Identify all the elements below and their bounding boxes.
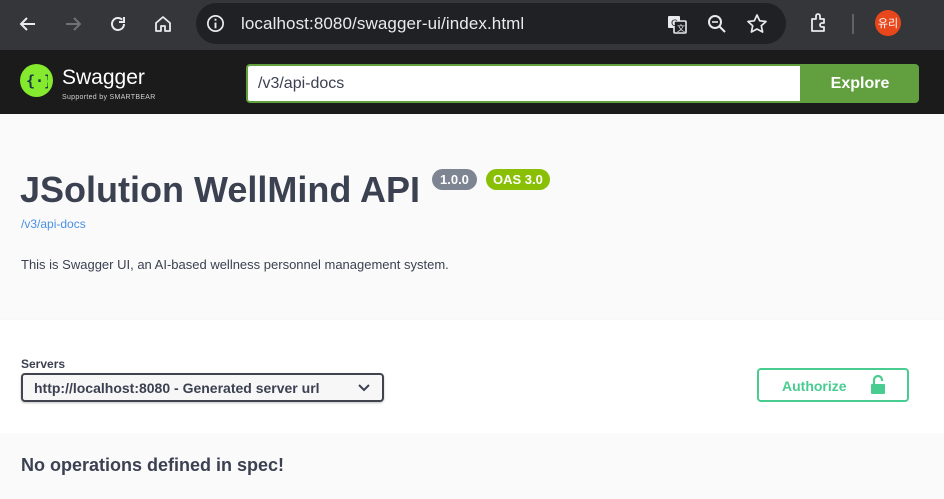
svg-text:{·}: {·} [26,72,48,90]
home-icon [155,16,171,32]
server-select-value: http://localhost:8080 - Generated server… [34,379,320,396]
translate-icon[interactable]: G文 [666,13,688,35]
zoom-icon[interactable] [706,13,728,35]
servers-label: Servers [21,357,66,371]
operations-section: No operations defined in spec! [0,433,944,499]
explore-button[interactable]: Explore [801,64,919,103]
address-bar[interactable]: localhost:8080/swagger-ui/index.html G文 [196,3,786,44]
svg-text:文: 文 [677,23,685,33]
api-info-section: JSolution WellMind API 1.0.0 OAS 3.0 /v3… [0,114,944,320]
browser-toolbar: localhost:8080/swagger-ui/index.html G文 … [0,0,944,50]
home-button[interactable] [148,9,178,39]
back-arrow-icon [19,17,35,31]
chevron-down-icon [358,384,370,392]
reload-icon [111,17,125,31]
unlocked-lock-icon [871,374,885,394]
authorize-label: Authorize [782,378,847,394]
version-badge: 1.0.0 [432,169,477,190]
swagger-topbar: {·} Swagger Supported by SMARTBEAR /v3/a… [0,50,944,114]
swagger-logo[interactable]: {·} Swagger Supported by SMARTBEAR [20,64,170,102]
swagger-brand-sub: Supported by SMARTBEAR [62,94,156,101]
reload-button[interactable] [103,9,133,39]
swagger-brand: Swagger [62,66,145,89]
oas-badge: OAS 3.0 [486,169,550,190]
site-info-icon[interactable] [205,13,226,34]
back-button[interactable] [13,9,43,39]
swagger-logo-icon: {·} [20,64,53,97]
profile-avatar[interactable]: 유리 [875,10,901,36]
toolbar-divider [852,14,854,34]
spec-url-input[interactable]: /v3/api-docs [246,64,802,103]
servers-container: Servers http://localhost:8080 - Generate… [0,320,944,433]
api-description: This is Swagger UI, an AI-based wellness… [21,257,449,272]
authorize-button[interactable]: Authorize [757,368,909,402]
bookmark-star-icon[interactable] [746,13,768,35]
url-text[interactable]: localhost:8080/swagger-ui/index.html [241,14,524,34]
extensions-icon[interactable] [808,11,832,35]
no-operations-message: No operations defined in spec! [21,455,285,475]
api-title: JSolution WellMind API [20,169,420,210]
spec-link[interactable]: /v3/api-docs [21,217,86,231]
forward-arrow-icon [66,17,82,31]
server-select[interactable]: http://localhost:8080 - Generated server… [21,373,384,402]
forward-button[interactable] [58,9,88,39]
